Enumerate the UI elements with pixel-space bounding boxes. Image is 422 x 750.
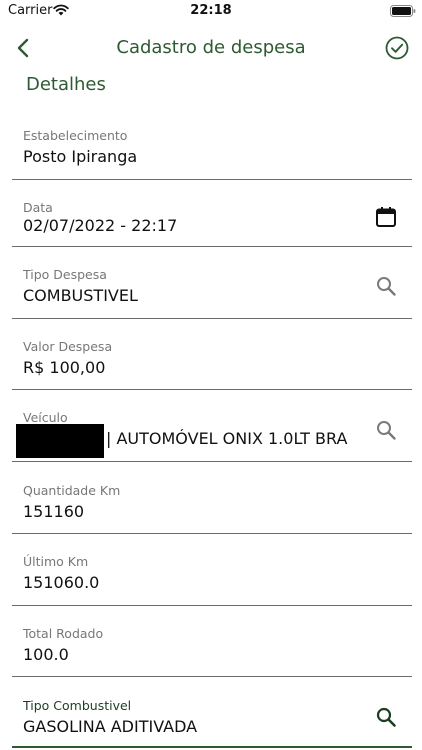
estabelecimento-field[interactable]: Estabelecimento Posto Ipiranga bbox=[12, 122, 412, 180]
ultimo-km-value: 151060.0 bbox=[23, 573, 100, 592]
estabelecimento-value: Posto Ipiranga bbox=[23, 147, 138, 166]
estabelecimento-label: Estabelecimento bbox=[23, 128, 128, 143]
tipo-combustivel-field[interactable]: Tipo Combustivel GASOLINA ADITIVADA bbox=[12, 693, 412, 748]
status-time: 22:18 bbox=[190, 3, 232, 18]
tipo-despesa-value: COMBUSTIVEL bbox=[23, 286, 138, 305]
valor-despesa-value: R$ 100,00 bbox=[23, 358, 106, 377]
calendar-icon[interactable] bbox=[375, 206, 397, 228]
ultimo-km-field[interactable]: Último Km 151060.0 bbox=[12, 549, 412, 606]
tipo-despesa-label: Tipo Despesa bbox=[23, 267, 107, 282]
nav-bar: Cadastro de despesa bbox=[0, 30, 422, 68]
tipo-combustivel-value: GASOLINA ADITIVADA bbox=[23, 717, 198, 736]
data-value: 02/07/2022 - 22:17 bbox=[23, 216, 178, 235]
data-label: Data bbox=[23, 200, 53, 215]
total-rodado-label: Total Rodado bbox=[23, 626, 104, 641]
status-bar: Carrier 22:18 bbox=[0, 0, 422, 24]
quantidade-km-value: 151160 bbox=[23, 502, 85, 521]
search-icon[interactable] bbox=[375, 275, 397, 297]
redacted-block bbox=[16, 424, 104, 458]
ultimo-km-label: Último Km bbox=[23, 554, 89, 569]
tipo-despesa-field[interactable]: Tipo Despesa COMBUSTIVEL bbox=[12, 262, 412, 319]
page-title: Cadastro de despesa bbox=[116, 37, 306, 58]
battery-icon bbox=[390, 5, 416, 17]
section-title: Detalhes bbox=[26, 74, 106, 95]
data-field[interactable]: Data 02/07/2022 - 22:17 bbox=[12, 194, 412, 247]
tipo-combustivel-label: Tipo Combustivel bbox=[23, 698, 132, 713]
quantidade-km-field[interactable]: Quantidade Km 151160 bbox=[12, 478, 412, 534]
veiculo-label: Veículo bbox=[23, 410, 68, 425]
veiculo-field[interactable]: Veículo | AUTOMÓVEL ONIX 1.0LT BRA bbox=[12, 405, 412, 462]
veiculo-value: | AUTOMÓVEL ONIX 1.0LT BRA bbox=[106, 429, 348, 448]
total-rodado-field[interactable]: Total Rodado 100.0 bbox=[12, 621, 412, 677]
search-icon[interactable] bbox=[375, 419, 397, 441]
search-icon[interactable] bbox=[375, 706, 397, 728]
quantidade-km-label: Quantidade Km bbox=[23, 483, 121, 498]
total-rodado-value: 100.0 bbox=[23, 645, 69, 664]
check-circle-icon bbox=[385, 36, 409, 60]
confirm-button[interactable] bbox=[384, 35, 410, 61]
valor-despesa-field[interactable]: Valor Despesa R$ 100,00 bbox=[12, 334, 412, 390]
valor-despesa-label: Valor Despesa bbox=[23, 339, 113, 354]
